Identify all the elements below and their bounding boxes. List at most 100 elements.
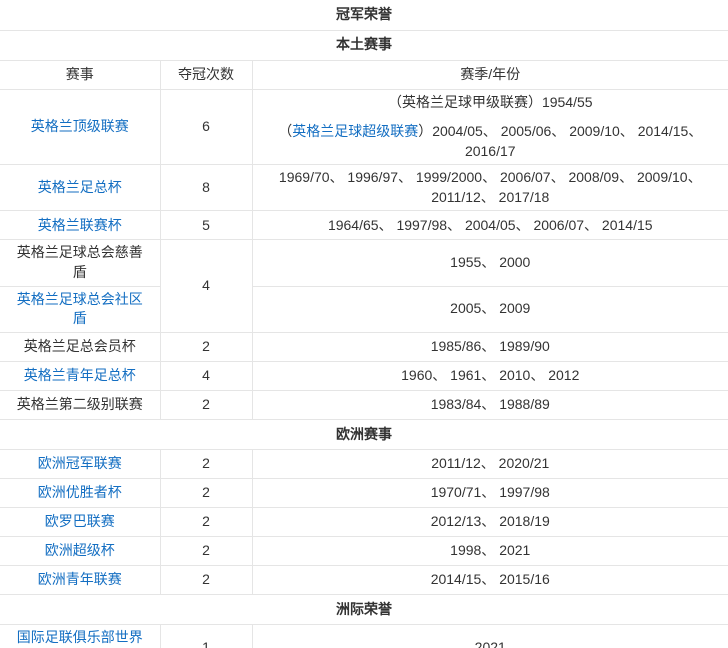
section-title-row: 欧洲赛事: [0, 418, 728, 450]
table-row: 英格兰联赛杯 5 1964/65、 1997/98、 2004/05、 2006/0…: [0, 210, 728, 241]
season-line: （英格兰足球超级联赛）2004/05、 2005/06、 2009/10、 20…: [263, 122, 719, 161]
section-title: 洲际荣誉: [0, 593, 728, 625]
season-text: 1998、 2021: [450, 542, 531, 559]
season-line: （英格兰足球甲级联赛）1954/55: [263, 93, 719, 113]
competition-link[interactable]: 国际足联俱乐部世界杯: [17, 629, 143, 648]
season-line: 1983/84、 1988/89: [263, 395, 719, 415]
table-row: 欧洲优胜者杯 2 1970/71、 1997/98: [0, 477, 728, 508]
column-header-row: 赛事 夺冠次数 赛季/年份: [0, 59, 728, 90]
competition-cell: 英格兰足总会员杯: [0, 331, 161, 362]
seasons-cell: 2021: [251, 623, 728, 648]
competition-name: 英格兰足球总会慈善盾: [16, 244, 143, 281]
table-row: 欧洲冠军联赛 2 2011/12、 2020/21: [0, 448, 728, 479]
season-text: 1970/71、 1997/98: [430, 484, 550, 501]
win-count-cell: 2: [159, 477, 253, 508]
season-text: 1955、 2000: [450, 254, 531, 271]
season-text: 2012/13、 2018/19: [430, 513, 550, 530]
competition-link[interactable]: 英格兰足球总会社区盾: [17, 291, 143, 327]
seasons-cell: 2012/13、 2018/19: [251, 506, 728, 537]
section-title-row: 本土赛事: [0, 29, 728, 61]
seasons-cell: 2014/15、 2015/16: [251, 564, 728, 595]
column-header: 夺冠次数: [159, 59, 253, 90]
table-row: 英格兰第二级别联赛 2 1983/84、 1988/89: [0, 389, 728, 420]
seasons-cell: 1955、 2000: [251, 239, 728, 287]
table-row: 英格兰青年足总杯 4 1960、 1961、 2010、 2012: [0, 360, 728, 391]
seasons-cell: 2005、 2009: [251, 285, 728, 333]
season-line: 1969/70、 1996/97、 1999/2000、 2006/07、 20…: [263, 168, 719, 207]
seasons-cell: 1998、 2021: [251, 535, 728, 566]
season-line: 1970/71、 1997/98: [263, 483, 719, 503]
win-count-cell: 2: [159, 389, 253, 420]
table-row: 英格兰足总会员杯 2 1985/86、 1989/90: [0, 331, 728, 362]
competition-cell: 欧洲优胜者杯: [0, 477, 161, 508]
competition-cell: 英格兰足总杯: [0, 164, 161, 212]
seasons-cell: 1964/65、 1997/98、 2004/05、 2006/07、 2014…: [251, 210, 728, 241]
competition-cell: 国际足联俱乐部世界杯: [0, 623, 161, 648]
win-count-cell: 2: [159, 448, 253, 479]
table-row: 国际足联俱乐部世界杯 1 2021: [0, 623, 728, 648]
competition-cell: 英格兰足球总会慈善盾: [0, 239, 161, 287]
competition-link[interactable]: 英格兰青年足总杯: [24, 367, 136, 383]
honors-title: 冠军荣誉: [0, 0, 728, 31]
competition-link[interactable]: 欧洲优胜者杯: [38, 484, 122, 500]
honors-title-row: 冠军荣誉: [0, 0, 728, 31]
season-line: 2014/15、 2015/16: [263, 570, 719, 590]
competition-link[interactable]: 英格兰联赛杯: [38, 217, 122, 233]
season-text: ）2004/05、 2005/06、 2009/10、 2014/15、 201…: [418, 123, 703, 159]
season-text: （: [278, 123, 293, 140]
competition-link[interactable]: 英格兰足总杯: [38, 179, 122, 195]
competition-cell: 英格兰第二级别联赛: [0, 389, 161, 420]
competition-name: 英格兰第二级别联赛: [16, 396, 143, 413]
seasons-cell: 1983/84、 1988/89: [251, 389, 728, 420]
column-header: 赛季/年份: [251, 59, 728, 90]
competition-cell: 英格兰青年足总杯: [0, 360, 161, 391]
section-title: 本土赛事: [0, 29, 728, 61]
competition-link[interactable]: 英格兰顶级联赛: [31, 118, 129, 134]
season-text: 2005、 2009: [450, 300, 531, 317]
win-count-cell: 1: [159, 623, 253, 648]
win-count-cell: 4: [159, 239, 253, 333]
season-line: 2012/13、 2018/19: [263, 512, 719, 532]
win-count-cell: 4: [159, 360, 253, 391]
seasons-cell: 1960、 1961、 2010、 2012: [251, 360, 728, 391]
table-row: 英格兰足球总会社区盾 2005、 2009: [0, 285, 728, 333]
section-title: 欧洲赛事: [0, 418, 728, 450]
table-row: 欧罗巴联赛 2 2012/13、 2018/19: [0, 506, 728, 537]
honors-table-body: 冠军荣誉 本土赛事 赛事 夺冠次数 赛季/年份 英格兰顶级联赛 6 （英格兰足球甲级联赛）19…: [0, 0, 728, 648]
competition-link[interactable]: 欧洲青年联赛: [38, 571, 122, 587]
season-line: 2011/12、 2020/21: [263, 454, 719, 474]
win-count-cell: 2: [159, 564, 253, 595]
seasons-cell: （英格兰足球甲级联赛）1954/55 （英格兰足球超级联赛）2004/05、 20…: [251, 88, 728, 166]
season-line: 2021: [263, 638, 719, 648]
season-line: 1985/86、 1989/90: [263, 337, 719, 357]
season-text: 1960、 1961、 2010、 2012: [401, 367, 580, 384]
competition-link[interactable]: 欧洲冠军联赛: [38, 455, 122, 471]
season-text: 2011/12、 2020/21: [431, 455, 550, 472]
competition-cell: 英格兰联赛杯: [0, 210, 161, 241]
seasons-cell: 1970/71、 1997/98: [251, 477, 728, 508]
competition-cell: 英格兰顶级联赛: [0, 88, 161, 166]
section-title-row: 洲际荣誉: [0, 593, 728, 625]
competition-cell: 欧洲冠军联赛: [0, 448, 161, 479]
season-line: 1960、 1961、 2010、 2012: [263, 366, 719, 386]
seasons-cell: 2011/12、 2020/21: [251, 448, 728, 479]
table-row: 英格兰足总杯 8 1969/70、 1996/97、 1999/2000、 2006…: [0, 164, 728, 212]
table-row: 欧洲青年联赛 2 2014/15、 2015/16: [0, 564, 728, 595]
win-count-cell: 2: [159, 535, 253, 566]
season-link[interactable]: 英格兰足球超级联赛: [292, 123, 418, 139]
season-line: 1998、 2021: [263, 541, 719, 561]
honors-table: 冠军荣誉 本土赛事 赛事 夺冠次数 赛季/年份 英格兰顶级联赛 6 （英格兰足球甲级联赛）19…: [0, 0, 728, 648]
competition-cell: 欧洲青年联赛: [0, 564, 161, 595]
season-text: 1964/65、 1997/98、 2004/05、 2006/07、 2014…: [327, 216, 653, 233]
seasons-cell: 1969/70、 1996/97、 1999/2000、 2006/07、 20…: [251, 164, 728, 212]
competition-cell: 欧洲超级杯: [0, 535, 161, 566]
competition-cell: 欧罗巴联赛: [0, 506, 161, 537]
win-count-cell: 6: [159, 88, 253, 166]
win-count-cell: 2: [159, 331, 253, 362]
competition-link[interactable]: 欧罗巴联赛: [45, 513, 115, 529]
season-text: 2021: [474, 638, 506, 648]
season-line: 2005、 2009: [263, 299, 719, 319]
competition-name: 英格兰足总会员杯: [23, 338, 136, 355]
competition-link[interactable]: 欧洲超级杯: [45, 542, 115, 558]
seasons-cell: 1985/86、 1989/90: [251, 331, 728, 362]
